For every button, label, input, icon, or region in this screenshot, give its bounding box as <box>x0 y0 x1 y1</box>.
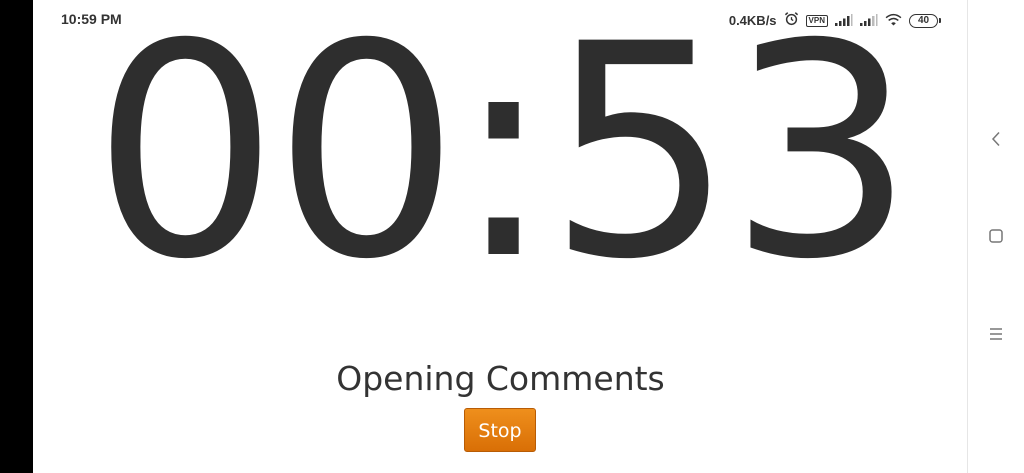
back-icon[interactable] <box>984 127 1008 151</box>
system-nav-bar <box>968 0 1024 473</box>
left-black-bar <box>0 0 33 473</box>
timer-display: 00:53 <box>91 0 915 324</box>
segment-label: Opening Comments <box>336 359 665 398</box>
app-screen: 10:59 PM 0.4KB/s VPN 40 00:53 Opening Co… <box>33 0 968 473</box>
recents-icon[interactable] <box>984 322 1008 346</box>
stop-button[interactable]: Stop <box>464 408 536 452</box>
home-icon[interactable] <box>984 224 1008 248</box>
